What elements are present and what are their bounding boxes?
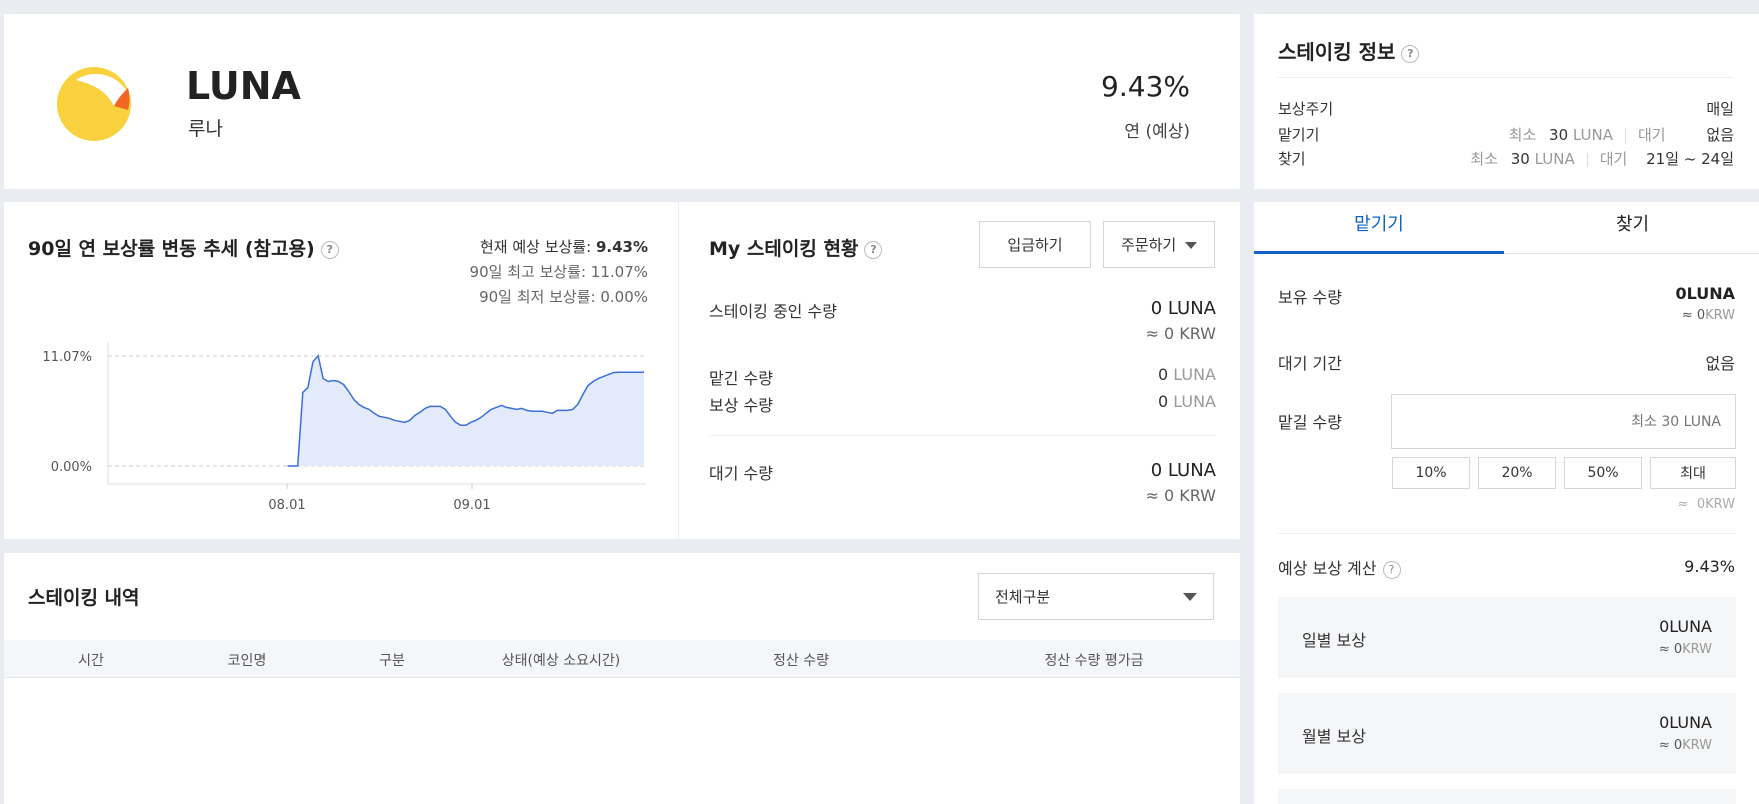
coin-rate: 9.43% <box>1101 70 1190 103</box>
x-tick-label: 08.01 <box>268 498 305 513</box>
column-header: 코인명 <box>227 653 267 669</box>
monthly-reward-krw: ≈ 0KRW <box>1658 738 1712 753</box>
y-tick-label: 0.00% <box>51 460 92 475</box>
history-table-header: 시간 코인명 구분 상태(예상 소요시간) 정산 수량 정산 수량 평가금 <box>4 640 1240 678</box>
calc-rate: 9.43% <box>1684 557 1735 576</box>
monthly-reward-box: 월별 보상 0LUNA ≈ 0KRW <box>1278 693 1736 774</box>
my-staking-title: My 스테이킹 현황? <box>709 234 883 261</box>
amount-krw: ≈ 0KRW <box>1677 497 1735 512</box>
staking-history-card: 스테이킹 내역 전체구분 시간 코인명 구분 상태(예상 소요시간) 정산 수량… <box>4 553 1240 804</box>
trade-panel-card: 맡기기 찾기 보유 수량 0LUNA ≈ 0KRW 대기 기간 없음 맡길 수량… <box>1254 202 1759 804</box>
monthly-reward-label: 월별 보상 <box>1302 727 1366 746</box>
reward-trend-card: 90일 연 보상률 변동 추세 (참고용)? 현재 예상 보상률: 9.43% … <box>4 202 678 539</box>
daily-reward-label: 일별 보상 <box>1302 631 1366 650</box>
chart-area <box>287 355 644 466</box>
tab-withdraw[interactable]: 찾기 <box>1506 202 1759 254</box>
reward-amount-row: 보상 수량 0 LUNA <box>709 392 1216 415</box>
amount-input[interactable] <box>1391 394 1736 449</box>
divider <box>1278 77 1734 78</box>
waiting-amount-row: 대기 수량 0 LUNA <box>709 460 1216 483</box>
waiting-amount-value: 0 LUNA <box>1150 460 1216 481</box>
history-filter-value: 전체구분 <box>995 588 1051 606</box>
y-tick-label: 11.07% <box>42 350 92 365</box>
history-title: 스테이킹 내역 <box>28 587 140 609</box>
holding-value: 0LUNA <box>1675 284 1735 303</box>
amount-label: 맡길 수량 <box>1278 413 1342 432</box>
coin-rate-label: 연 (예상) <box>1124 122 1190 142</box>
reward-cycle-row: 보상주기 매일 <box>1278 98 1734 119</box>
caret-down-icon <box>1183 592 1197 601</box>
trend-min: 90일 최저 보상률: 0.00% <box>479 288 648 306</box>
staking-amount-value: 0 LUNA <box>1150 298 1216 319</box>
coin-header-card: LUNA 루나 9.43% 연 (예상) <box>4 14 1240 189</box>
column-header: 구분 <box>379 653 405 669</box>
luna-logo-icon <box>57 67 131 141</box>
pct-20-button[interactable]: 20% <box>1478 457 1556 489</box>
trend-title: 90일 연 보상률 변동 추세 (참고용)? <box>28 234 339 261</box>
help-icon[interactable]: ? <box>864 240 883 259</box>
column-header: 상태(예상 소요시간) <box>501 653 621 669</box>
reward-cycle-value: 매일 <box>1706 100 1734 118</box>
caret-down-icon <box>1184 242 1197 249</box>
withdraw-info-label: 찾기 <box>1278 150 1306 168</box>
daily-reward-krw: ≈ 0KRW <box>1658 642 1712 657</box>
deposited-amount-row: 맡긴 수량 0 LUNA <box>709 365 1216 388</box>
staking-info-title: 스테이킹 정보? <box>1278 36 1420 65</box>
trade-tabs: 맡기기 찾기 <box>1254 202 1759 254</box>
staking-amount-krw: ≈ 0 KRW <box>1145 324 1216 343</box>
divider <box>709 435 1216 436</box>
withdraw-info-row: 찾기 최소 30 LUNA 대기 21일 ~ 24일 <box>1278 150 1734 168</box>
order-button[interactable]: 주문하기 <box>1103 221 1215 268</box>
staking-info-card: 스테이킹 정보? 보상주기 매일 맡기기 최소 30 LUNA 대기 없음 찾기 … <box>1254 14 1759 189</box>
waiting-amount-krw: ≈ 0 KRW <box>1145 486 1216 505</box>
wait-period-label: 대기 기간 <box>1278 354 1342 373</box>
deposit-info-row: 맡기기 최소 30 LUNA 대기 없음 <box>1278 126 1734 144</box>
trend-max: 90일 최고 보상률: 11.07% <box>469 263 648 281</box>
tab-deposit[interactable]: 맡기기 <box>1254 202 1504 254</box>
column-header: 시간 <box>78 653 104 669</box>
coin-name: 루나 <box>188 118 223 140</box>
coin-symbol: LUNA <box>186 64 301 108</box>
deposit-button[interactable]: 입금하기 <box>979 221 1091 268</box>
daily-reward-box: 일별 보상 0LUNA ≈ 0KRW <box>1278 597 1736 678</box>
my-staking-card: My 스테이킹 현황? 입금하기 주문하기 스테이킹 중인 수량 0 LUNA … <box>679 202 1240 539</box>
holding-label: 보유 수량 <box>1278 288 1342 307</box>
staking-amount-row: 스테이킹 중인 수량 0 LUNA <box>709 298 1216 321</box>
pct-max-button[interactable]: 최대 <box>1650 457 1736 489</box>
holding-krw: ≈ 0KRW <box>1681 308 1735 323</box>
wait-period-value: 없음 <box>1705 354 1735 373</box>
column-header: 정산 수량 <box>773 653 829 669</box>
help-icon[interactable]: ? <box>1401 44 1420 63</box>
pct-10-button[interactable]: 10% <box>1392 457 1470 489</box>
reward-cycle-label: 보상주기 <box>1278 100 1334 118</box>
daily-reward-value: 0LUNA <box>1659 617 1712 636</box>
deposit-wait-value: 없음 <box>1706 126 1734 144</box>
monthly-reward-value: 0LUNA <box>1659 713 1712 732</box>
deposit-info-label: 맡기기 <box>1278 126 1320 144</box>
help-icon[interactable]: ? <box>320 240 339 259</box>
calc-title: 예상 보상 계산? <box>1278 555 1401 579</box>
trend-current: 현재 예상 보상률: 9.43% <box>479 238 648 256</box>
column-header: 정산 수량 평가금 <box>1044 653 1144 669</box>
help-icon[interactable]: ? <box>1382 560 1401 579</box>
x-tick-label: 09.01 <box>453 498 490 513</box>
pct-50-button[interactable]: 50% <box>1564 457 1642 489</box>
divider <box>1278 533 1736 534</box>
history-filter-select[interactable]: 전체구분 <box>978 573 1214 620</box>
next-reward-box <box>1278 789 1736 804</box>
withdraw-wait-value: 21일 ~ 24일 <box>1646 150 1734 168</box>
trend-chart: 11.07% 0.00% 08.01 09.01 <box>42 342 646 513</box>
